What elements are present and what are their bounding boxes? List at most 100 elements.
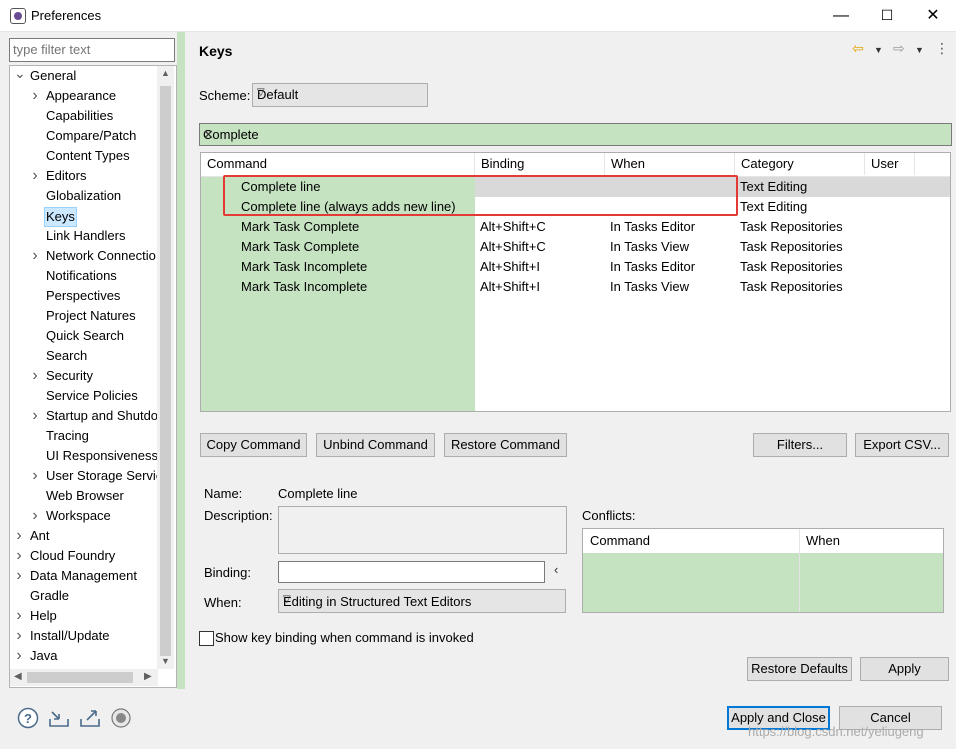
scroll-left-icon[interactable]: ◀ — [14, 671, 22, 682]
apply-button[interactable]: Apply — [860, 657, 949, 681]
unbind-command-button[interactable]: Unbind Command — [316, 433, 435, 457]
table-row[interactable]: Mark Task Complete Alt+Shift+C In Tasks Vi… — [201, 237, 950, 257]
export-csv-button[interactable]: Export CSV... — [855, 433, 949, 457]
help-icon[interactable]: ? — [17, 707, 39, 729]
tree-item[interactable]: Ant — [30, 526, 50, 546]
chevron-right-icon[interactable]: › — [30, 166, 40, 186]
tree-item[interactable]: Capabilities — [46, 106, 113, 126]
table-row[interactable]: Mark Task Incomplete Alt+Shift+I In Tasks … — [201, 257, 950, 277]
scheme-select[interactable]: Default ▽ — [252, 83, 428, 107]
tree-item[interactable]: Quick Search — [46, 326, 124, 346]
tree-item[interactable]: Project Natures — [46, 306, 136, 326]
filters-button[interactable]: Filters... — [753, 433, 847, 457]
tree-item[interactable]: Data Management — [30, 566, 137, 586]
restore-defaults-button[interactable]: Restore Defaults — [747, 657, 852, 681]
back-arrow-icon[interactable]: ⇦ — [852, 40, 864, 57]
tree-item[interactable]: Link Handlers — [46, 226, 126, 246]
tree-item-label: Network Connectio — [46, 248, 156, 263]
import-preferences-icon[interactable] — [48, 707, 70, 729]
tree-item[interactable]: User Storage Servic — [46, 466, 162, 486]
tree-item-label: Install/Update — [30, 628, 110, 643]
tree-horizontal-scroll-thumb[interactable] — [27, 672, 133, 683]
tree-item[interactable]: Keys — [44, 207, 77, 227]
minimize-button[interactable]: — — [818, 0, 864, 31]
cell-binding: Alt+Shift+C — [480, 219, 546, 234]
tree-item[interactable]: Workspace — [46, 506, 111, 526]
sash-divider[interactable] — [177, 32, 185, 689]
scroll-right-icon[interactable]: ▶ — [144, 671, 152, 682]
tree-item[interactable]: Globalization — [46, 186, 121, 206]
tree-item[interactable]: Content Types — [46, 146, 130, 166]
when-select[interactable]: Editing in Structured Text Editors ▽ — [278, 589, 566, 613]
tree-item[interactable]: Perspectives — [46, 286, 120, 306]
scroll-up-icon[interactable]: ▲ — [161, 68, 170, 78]
tree-item[interactable]: Help — [30, 606, 57, 626]
chevron-right-icon[interactable]: › — [14, 626, 24, 646]
tree-item[interactable]: Startup and Shutdo — [46, 406, 158, 426]
command-search-input[interactable]: Complete ✕ — [199, 123, 952, 146]
chevron-right-icon[interactable]: › — [14, 646, 24, 666]
conflicts-table-header: Command When — [583, 529, 943, 612]
column-header-binding[interactable]: Binding — [475, 153, 605, 175]
maximize-button[interactable]: ☐ — [864, 0, 910, 31]
view-menu-icon[interactable]: ⋮ — [935, 40, 949, 57]
chevron-right-icon[interactable]: › — [30, 506, 40, 526]
show-binding-checkbox[interactable] — [199, 631, 214, 646]
record-icon[interactable] — [110, 707, 132, 729]
tree-item[interactable]: UI Responsiveness — [46, 446, 158, 466]
chevron-right-icon[interactable]: › — [30, 246, 40, 266]
filter-field[interactable] — [9, 38, 175, 62]
binding-input[interactable] — [278, 561, 545, 583]
table-row[interactable]: Mark Task Incomplete Alt+Shift+I In Tasks … — [201, 277, 950, 297]
show-binding-label[interactable]: Show key binding when command is invoked — [215, 630, 474, 645]
filter-input[interactable] — [10, 39, 174, 59]
forward-menu-chevron-icon[interactable]: ▼ — [915, 45, 924, 55]
tree-item[interactable]: Install/Update — [30, 626, 110, 646]
tree-item[interactable]: Notifications — [46, 266, 117, 286]
tree-item[interactable]: Appearance — [46, 86, 116, 106]
chevron-down-icon[interactable]: ⌄ — [14, 66, 26, 86]
tree-item[interactable]: Search — [46, 346, 87, 366]
cell-command: Mark Task Incomplete — [241, 259, 368, 274]
copy-command-button[interactable]: Copy Command — [200, 433, 307, 457]
tree-item[interactable]: Compare/Patch — [46, 126, 136, 146]
clear-search-icon[interactable]: ✕ — [203, 127, 947, 143]
tree-item-label: Tracing — [46, 428, 89, 443]
tree-item[interactable]: Network Connectio — [46, 246, 156, 266]
close-button[interactable]: ✕ — [910, 0, 956, 31]
chevron-right-icon[interactable]: › — [30, 466, 40, 486]
column-header-category[interactable]: Category — [735, 153, 865, 175]
scheme-label: Scheme: — [199, 88, 251, 103]
tree-item[interactable]: Service Policies — [46, 386, 138, 406]
tree-item[interactable]: General — [30, 66, 76, 86]
conflicts-header-when[interactable]: When — [806, 533, 840, 548]
conflicts-header-command[interactable]: Command — [590, 533, 650, 548]
tree-item[interactable]: Cloud Foundry — [30, 546, 115, 566]
tree-item-label: Globalization — [46, 188, 122, 203]
chevron-right-icon[interactable]: › — [30, 86, 40, 106]
chevron-right-icon[interactable]: › — [14, 526, 24, 546]
tree-item[interactable]: Editors — [46, 166, 86, 186]
export-preferences-icon[interactable] — [79, 707, 101, 729]
tree-item[interactable]: Security — [46, 366, 93, 386]
highlight-annotation-box — [223, 175, 738, 216]
column-header-when[interactable]: When — [605, 153, 735, 175]
forward-arrow-icon[interactable]: ⇨ — [893, 40, 905, 57]
chevron-right-icon[interactable]: › — [14, 566, 24, 586]
description-field[interactable] — [278, 506, 567, 554]
tree-item[interactable]: Gradle — [30, 586, 69, 606]
back-menu-chevron-icon[interactable]: ▼ — [874, 45, 883, 55]
tree-item[interactable]: Java — [30, 646, 57, 666]
table-row[interactable]: Mark Task Complete Alt+Shift+C In Tasks Ed… — [201, 217, 950, 237]
tree-item[interactable]: Web Browser — [46, 486, 124, 506]
tree-vertical-scroll-thumb[interactable] — [160, 86, 171, 656]
scroll-down-icon[interactable]: ▼ — [161, 656, 170, 666]
tree-item[interactable]: Tracing — [46, 426, 89, 446]
column-header-user[interactable]: User — [865, 153, 915, 175]
chevron-right-icon[interactable]: › — [14, 546, 24, 566]
binding-menu-icon[interactable]: ‹ — [554, 562, 558, 577]
chevron-right-icon[interactable]: › — [14, 606, 24, 626]
restore-command-button[interactable]: Restore Command — [444, 433, 567, 457]
chevron-right-icon[interactable]: › — [30, 406, 40, 426]
chevron-right-icon[interactable]: › — [30, 366, 40, 386]
